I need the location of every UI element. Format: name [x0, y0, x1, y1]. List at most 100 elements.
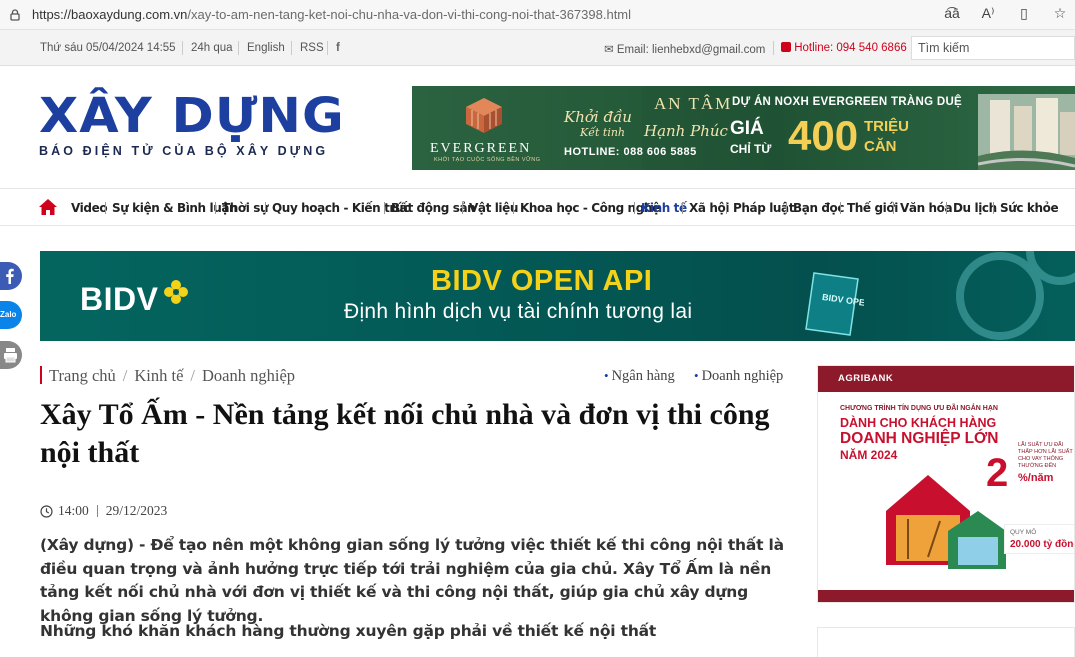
print-icon	[4, 348, 17, 363]
share-facebook-button[interactable]	[0, 262, 22, 290]
share-zalo-button[interactable]: Zalo	[0, 301, 22, 329]
evergreen-brand: EVERGREEN	[430, 141, 532, 156]
breadcrumb-home[interactable]: Trang chủ	[49, 366, 116, 385]
read-aloud-icon[interactable]: a͡ā	[943, 5, 961, 22]
agribank-line1: DÀNH CHO KHÁCH HÀNG	[840, 416, 997, 430]
evergreen-brand-sub: KHỞI TẠO CUỘC SỐNG BỀN VỮNG	[434, 157, 541, 163]
agribank-ad-banner[interactable]: AGRIBANK CHƯƠNG TRÌNH TÍN DỤNG ƯU ĐÃI NG…	[817, 365, 1075, 603]
agribank-rate-note: LÃI SUẤT ƯU ĐÃI THẤP HƠN LÃI SUẤT CHO VA…	[1018, 442, 1073, 469]
tag-label: Ngân hàng	[611, 368, 675, 384]
nav-item-su-kien[interactable]: Sự kiện & Bình luận	[112, 201, 238, 215]
current-date: Thứ sáu 05/04/2024 14:55	[40, 42, 176, 54]
evergreen-price: 400	[788, 112, 859, 159]
link-english[interactable]: English	[247, 42, 285, 54]
evergreen-hanh-phuc: Hạnh Phúc	[644, 122, 728, 140]
article-title: Xây Tổ Ấm - Nền tảng kết nối chủ nhà và …	[40, 398, 770, 469]
breadcrumb-kinh-te[interactable]: Kinh tế	[134, 366, 183, 385]
nav-item-suc-khoe[interactable]: Sức khỏe	[1000, 201, 1059, 215]
search-placeholder: Tìm kiếm	[918, 41, 970, 55]
nav-item-khoa-hoc[interactable]: Khoa học - Công nghệ	[520, 201, 660, 215]
article-date: 29/12/2023	[105, 503, 168, 518]
browser-address-bar: https://baoxaydung.com.vn/xay-to-am-nen-…	[0, 0, 1075, 30]
evergreen-khoi-dau: Khởi đầu	[564, 108, 632, 126]
nav-item-ban-doc[interactable]: Bạn đọc	[793, 201, 845, 215]
search-input[interactable]: Tìm kiếm	[911, 36, 1075, 60]
site-info-icon[interactable]	[8, 8, 22, 22]
tag-ngan-hang[interactable]: • Ngân hàng	[604, 368, 675, 385]
bidv-logo: BIDV	[80, 281, 159, 317]
agribank-line2: DOANH NGHIỆP LỚN	[840, 430, 999, 447]
agribank-header: AGRIBANK	[818, 366, 1074, 392]
nav-item-quy-hoach[interactable]: Quy hoạch - Kiến trúc	[272, 201, 410, 215]
bidv-ad-banner[interactable]: BIDV BIDV OPEN API Định hình dịch vụ tài…	[40, 251, 1075, 341]
hotline[interactable]: Hotline: 094 540 6866	[781, 42, 907, 54]
email-text: Email: lienhebxd@gmail.com	[616, 44, 766, 56]
evergreen-can: CĂN	[864, 138, 897, 155]
article-meta: 14:00 29/12/2023	[40, 503, 167, 519]
nav-item-vat-lieu[interactable]: Vật liệu	[469, 201, 518, 215]
evergreen-ket-tinh: Kết tinh	[580, 126, 626, 139]
evergreen-cube-logo	[466, 98, 502, 133]
breadcrumb-doanh-nghiep[interactable]: Doanh nghiệp	[202, 366, 295, 385]
bidv-flower-icon	[164, 280, 188, 304]
agribank-rate-unit: %/năm	[1018, 472, 1054, 484]
link-24h[interactable]: 24h qua	[191, 42, 233, 54]
clock-icon	[40, 504, 53, 518]
mail-icon: ✉	[604, 44, 614, 56]
url-host: https://baoxaydung.com.vn	[32, 7, 188, 22]
evergreen-hotline: HOTLINE: 088 606 5885	[564, 146, 697, 158]
text-size-icon[interactable]: A⁾	[979, 5, 997, 22]
tag-label: Doanh nghiệp	[701, 368, 784, 384]
article-lead: (Xây dựng) - Để tạo nên một không gian s…	[40, 536, 784, 625]
bidv-decor-pattern	[956, 251, 1075, 340]
bidv-api-card-image: BIDV OPEN API	[805, 272, 864, 336]
bidv-subtitle: Định hình dịch vụ tài chính tương lai	[344, 300, 693, 323]
home-icon[interactable]	[38, 198, 58, 216]
agribank-fund: QUY MÔ 20.000 tỷ đồng	[1004, 524, 1075, 554]
logo-name: XÂY DỰNG	[39, 88, 345, 144]
nav-item-xa-hoi[interactable]: Xã hội	[689, 201, 729, 215]
evergreen-chi-tu: CHỈ TỪ	[730, 142, 772, 156]
evergreen-trieu: TRIỆU	[864, 118, 909, 135]
agribank-bank-name: AGRIBANK	[838, 373, 894, 384]
evergreen-project: DỰ ÁN NOXH EVERGREEN TRÀNG DUỆ	[732, 96, 963, 108]
logo-tagline: BÁO ĐIỆN TỬ CỦA BỘ XÂY DỰNG	[39, 144, 329, 158]
url-path: /xay-to-am-nen-tang-ket-noi-chu-nha-va-d…	[187, 7, 632, 22]
print-button[interactable]	[0, 341, 22, 369]
email-contact[interactable]: ✉ Email: lienhebxd@gmail.com	[604, 42, 765, 56]
nav-item-du-lich[interactable]: Du lịch	[953, 201, 997, 215]
evergreen-building-image	[978, 94, 1075, 170]
article-time: 14:00	[58, 503, 89, 518]
evergreen-antam: AN TÂM	[654, 94, 733, 113]
hotline-text: Hotline: 094 540 6866	[794, 42, 907, 54]
nav-item-the-gioi[interactable]: Thế giới	[847, 201, 898, 215]
nav-item-phap-luat[interactable]: Pháp luật	[733, 201, 794, 215]
tag-doanh-nghiep[interactable]: • Doanh nghiệp	[694, 368, 783, 385]
nav-item-van-hoa[interactable]: Văn hóa	[900, 201, 953, 215]
agribank-footer	[818, 590, 1074, 602]
nav-item-video[interactable]: Video	[71, 201, 108, 215]
agribank-fund-value: 20.000 tỷ đồng	[1010, 539, 1075, 550]
facebook-icon	[6, 268, 14, 284]
url-field[interactable]: https://baoxaydung.com.vn/xay-to-am-nen-…	[32, 7, 631, 22]
bidv-title: BIDV OPEN API	[431, 265, 653, 297]
nav-item-kinh-te[interactable]: Kinh tế	[641, 201, 687, 215]
link-rss[interactable]: RSS	[300, 42, 324, 54]
agribank-program: CHƯƠNG TRÌNH TÍN DỤNG ƯU ĐÃI NGẮN HẠN	[840, 405, 998, 412]
favorite-star-icon[interactable]: ☆	[1051, 5, 1069, 22]
evergreen-gia: GIÁ	[730, 118, 764, 139]
nav-item-thoi-su[interactable]: Thời sự	[222, 201, 269, 215]
evergreen-ad-banner[interactable]: EVERGREEN KHỞI TẠO CUỘC SỐNG BỀN VỮNG AN…	[412, 86, 1075, 170]
zalo-icon: Zalo	[0, 310, 17, 319]
agribank-line3: NĂM 2024	[840, 448, 898, 462]
immersive-reader-icon[interactable]: ▯	[1015, 5, 1033, 22]
agribank-fund-label: QUY MÔ	[1010, 529, 1037, 536]
article-subheading: Những khó khăn khách hàng thường xuyên g…	[40, 622, 657, 640]
top-utility-bar: Thứ sáu 05/04/2024 14:55 24h qua English…	[0, 30, 1075, 66]
breadcrumb: Trang chủ / Kinh tế / Doanh nghiệp	[40, 366, 295, 385]
agribank-house-image	[886, 475, 1006, 569]
facebook-icon[interactable]: f	[336, 42, 340, 54]
phone-icon	[781, 42, 791, 52]
main-navigation: Video Sự kiện & Bình luận Thời sự Quy ho…	[0, 188, 1075, 226]
site-logo[interactable]: XÂY DỰNG BÁO ĐIỆN TỬ CỦA BỘ XÂY DỰNG	[39, 92, 344, 158]
